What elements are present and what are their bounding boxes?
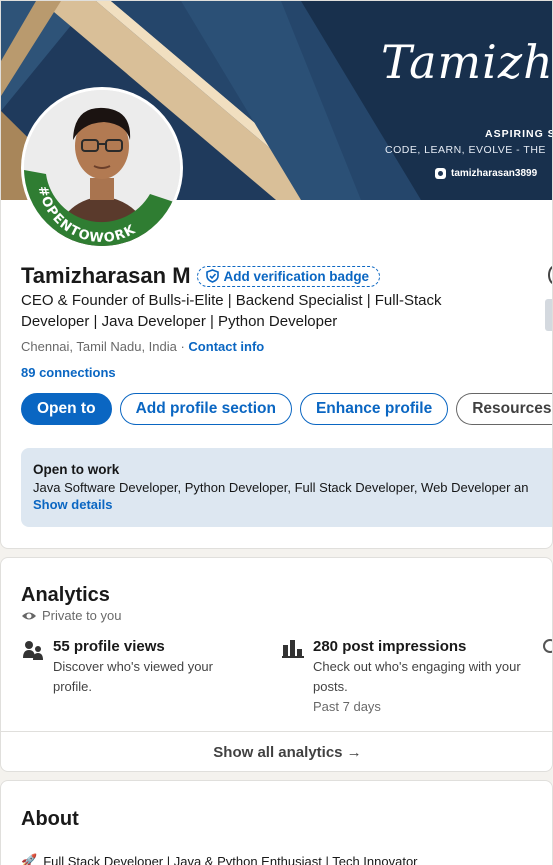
- about-text-content: Full Stack Developer | Java & Python Ent…: [43, 853, 418, 865]
- profile-views-title: 55 profile views: [53, 638, 165, 655]
- open-to-work-box[interactable]: Open to work Java Software Developer, Py…: [21, 448, 552, 527]
- banner-handle: tamizharasan3899: [435, 168, 537, 179]
- eye-icon: [22, 612, 36, 619]
- about-title: About: [21, 808, 79, 830]
- add-verification-badge-button[interactable]: Add verification badge: [196, 265, 381, 287]
- search-appearances-icon[interactable]: [543, 639, 552, 653]
- resources-button[interactable]: Resources: [456, 393, 552, 425]
- banner-handle-text: tamizharasan3899: [451, 168, 538, 179]
- verification-badge-label: Add verification badge: [223, 268, 370, 284]
- open-to-button[interactable]: Open to: [21, 393, 112, 425]
- profile-actions: Open to Add profile section Enhance prof…: [21, 393, 552, 425]
- avatar[interactable]: #OPENTOWORK: [21, 87, 183, 249]
- post-impressions-title: 280 post impressions: [313, 638, 467, 655]
- post-impressions-desc: Check out who's engaging with your posts…: [313, 659, 521, 694]
- profile-photo[interactable]: #OPENTOWORK: [24, 90, 180, 246]
- analytics-card: Analytics Private to you 55 profile view…: [0, 557, 553, 772]
- connections-link[interactable]: 89 connections: [21, 365, 116, 380]
- analytics-title: Analytics: [21, 584, 110, 606]
- open-to-work-roles: Java Software Developer, Python Develope…: [33, 480, 529, 495]
- add-profile-section-button[interactable]: Add profile section: [119, 393, 292, 425]
- profile-name: Tamizharasan M: [21, 263, 191, 288]
- contact-info-link[interactable]: Contact info: [188, 339, 264, 354]
- name-row: Tamizharasan M Add verification badge: [21, 263, 381, 289]
- open-to-work-title: Open to work: [33, 462, 120, 477]
- show-details-link[interactable]: Show details: [33, 497, 552, 512]
- open-to-work-frame: #OPENTOWORK: [24, 170, 174, 246]
- shield-check-icon: [205, 269, 219, 283]
- company-logo-thumb[interactable]: [545, 299, 552, 331]
- about-card: About 🚀 Full Stack Developer | Java & Py…: [0, 780, 553, 865]
- private-to-you: Private to you: [21, 608, 122, 623]
- rocket-icon: 🚀: [21, 853, 38, 865]
- profile-location: Chennai, Tamil Nadu, India ·: [21, 339, 189, 354]
- post-impressions-period: Past 7 days: [313, 699, 381, 714]
- instagram-icon: [435, 168, 446, 179]
- show-all-analytics-button[interactable]: Show all analytics →: [1, 731, 552, 771]
- people-icon: [23, 641, 43, 660]
- about-text: 🚀 Full Stack Developer | Java & Python E…: [21, 853, 418, 865]
- bar-chart-icon: [282, 640, 304, 658]
- profile-views-desc: Discover who's viewed your profile.: [53, 659, 213, 694]
- banner-aspiring-text: ASPIRING S: [485, 128, 553, 140]
- banner-signature: Tamizharasan: [381, 35, 553, 89]
- post-impressions-metric[interactable]: 280 post impressions Check out who's eng…: [313, 638, 523, 717]
- enhance-profile-button[interactable]: Enhance profile: [299, 393, 449, 425]
- svg-text:#OPENTOWORK: #OPENTOWORK: [34, 184, 138, 246]
- location-row: Chennai, Tamil Nadu, India · Contact inf…: [21, 339, 264, 354]
- profile-headline: CEO & Founder of Bulls-i-Elite | Backend…: [21, 292, 442, 330]
- open-to-work-badge-text: #OPENTOWORK: [34, 184, 137, 246]
- edit-icon[interactable]: [548, 265, 552, 285]
- profile-views-metric[interactable]: 55 profile views Discover who's viewed y…: [53, 638, 253, 697]
- profile-card: Tamizharasan ASPIRING S CODE, LEARN, EVO…: [0, 0, 553, 549]
- private-label: Private to you: [42, 608, 122, 623]
- banner-tagline: CODE, LEARN, EVOLVE - THE: [385, 144, 546, 156]
